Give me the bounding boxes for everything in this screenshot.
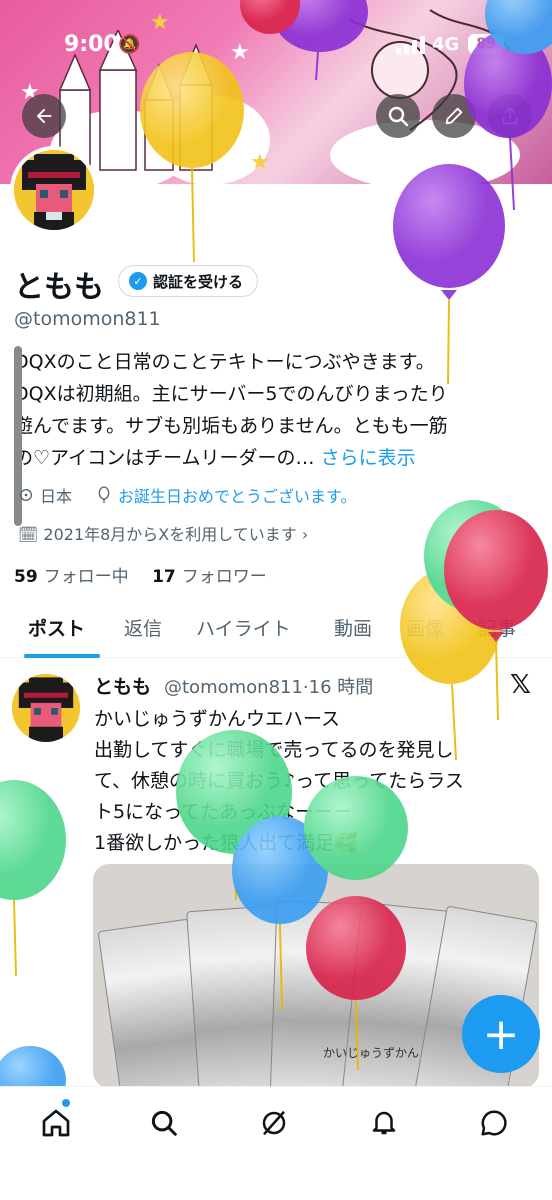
nav-search[interactable] xyxy=(142,1101,186,1145)
verified-badge-icon: ✓ xyxy=(129,272,147,290)
post-text: かいじゅうずかんウエハース 出勤してすぐに職場で売ってるのを発見し て、休憩の時… xyxy=(94,708,464,854)
get-verified-button[interactable]: ✓ 認証を受ける xyxy=(118,265,259,297)
profile-meta: 日本 お誕生日おめでとうございます。 xyxy=(18,483,356,507)
bio-line: 遊んでます。サブも別垢もありません。ともも一筋 xyxy=(14,415,448,437)
tab-media[interactable]: 画像 xyxy=(406,614,444,641)
nav-notifications[interactable] xyxy=(362,1101,406,1145)
bio-line: DQXは初期組。主にサーバー5でのんびりまったり xyxy=(14,383,448,405)
location-icon xyxy=(20,489,32,501)
following-link[interactable]: 59 フォロー中 xyxy=(14,567,129,587)
notifications-icon xyxy=(372,1111,396,1135)
pencil-icon xyxy=(445,107,463,125)
search-icon xyxy=(388,106,409,127)
edit-button[interactable] xyxy=(432,94,476,138)
profile-avatar[interactable] xyxy=(10,146,98,234)
profile-display-name: ともも xyxy=(14,270,104,305)
following-count: 59 xyxy=(14,567,38,587)
profile-tabs: ポスト 返信 ハイライト 動画 画像 記事 xyxy=(0,606,552,658)
battery-indicator: 89 xyxy=(468,34,504,54)
joined-date[interactable]: 🗓 2021年8月からXを利用しています › xyxy=(18,521,308,545)
get-verified-label: 認証を受ける xyxy=(153,272,244,291)
balloon-green xyxy=(0,780,66,977)
signal-icon xyxy=(396,36,425,54)
post-avatar[interactable] xyxy=(12,674,80,742)
tab-posts[interactable]: ポスト xyxy=(28,614,85,641)
followers-label: フォロワー xyxy=(181,567,267,587)
x-logo-icon[interactable]: 𝕏 xyxy=(510,670,531,700)
search-button[interactable] xyxy=(376,94,420,138)
back-button[interactable] xyxy=(22,94,66,138)
joined-label: 2021年8月からXを利用しています xyxy=(43,525,297,544)
nav-messages[interactable] xyxy=(472,1101,516,1145)
active-tab-indicator xyxy=(24,654,100,658)
bio-line: の♡アイコンはチームリーダーの… xyxy=(14,447,321,469)
following-label: フォロー中 xyxy=(43,567,129,587)
post-author-handle-time: @tomomon811·16 時間 xyxy=(164,677,374,698)
notification-dot xyxy=(62,1099,70,1107)
followers-link[interactable]: 17 フォロワー xyxy=(152,567,267,587)
profile-bio: DQXのこと日常のことテキトーにつぶやきます。 DQXは初期組。主にサーバー5で… xyxy=(14,346,534,474)
messages-icon xyxy=(481,1110,507,1136)
search-icon xyxy=(151,1110,177,1136)
chevron-right-icon: › xyxy=(301,525,309,544)
network-type: 4G xyxy=(432,34,460,55)
show-more-link[interactable]: さらに表示 xyxy=(321,447,416,469)
tab-highlights[interactable]: ハイライト xyxy=(196,614,291,641)
pixel-avatar-image xyxy=(12,674,80,742)
nav-home[interactable] xyxy=(34,1101,78,1145)
birthday-message[interactable]: お誕生日おめでとうございます。 xyxy=(118,483,356,507)
pack-label: かいじゅうずかん xyxy=(323,1046,420,1060)
grok-icon xyxy=(262,1110,286,1136)
status-time: 9:00 xyxy=(64,32,119,57)
calendar-icon: 🗓 xyxy=(18,525,39,544)
plus-icon: + xyxy=(482,1008,520,1060)
share-button[interactable] xyxy=(488,94,532,138)
follow-counts: 59 フォロー中 17 フォロワー xyxy=(14,562,267,587)
profile-handle: @tomomon811 xyxy=(14,308,161,330)
post-author-name[interactable]: ともも xyxy=(94,672,151,699)
home-icon xyxy=(42,1109,70,1137)
tab-articles[interactable]: 記事 xyxy=(478,614,516,641)
balloon-green xyxy=(424,500,524,612)
profile-location: 日本 xyxy=(40,487,73,506)
status-bar: 9:00 🔕 4G 89 xyxy=(0,0,552,90)
share-icon xyxy=(502,106,518,125)
bell-muted-icon: 🔕 xyxy=(118,34,141,55)
followers-count: 17 xyxy=(152,567,176,587)
arrow-left-icon xyxy=(36,108,52,124)
bottom-navigation xyxy=(0,1086,552,1200)
star-decoration: ★ xyxy=(250,150,270,175)
tab-replies[interactable]: 返信 xyxy=(124,614,162,641)
compose-button[interactable]: + xyxy=(462,995,540,1073)
bio-line: DQXのこと日常のことテキトーにつぶやきます。 xyxy=(14,351,435,373)
tab-videos[interactable]: 動画 xyxy=(334,614,372,641)
balloon-icon xyxy=(98,486,110,503)
pixel-avatar-image xyxy=(14,150,94,230)
nav-grok[interactable] xyxy=(252,1101,296,1145)
